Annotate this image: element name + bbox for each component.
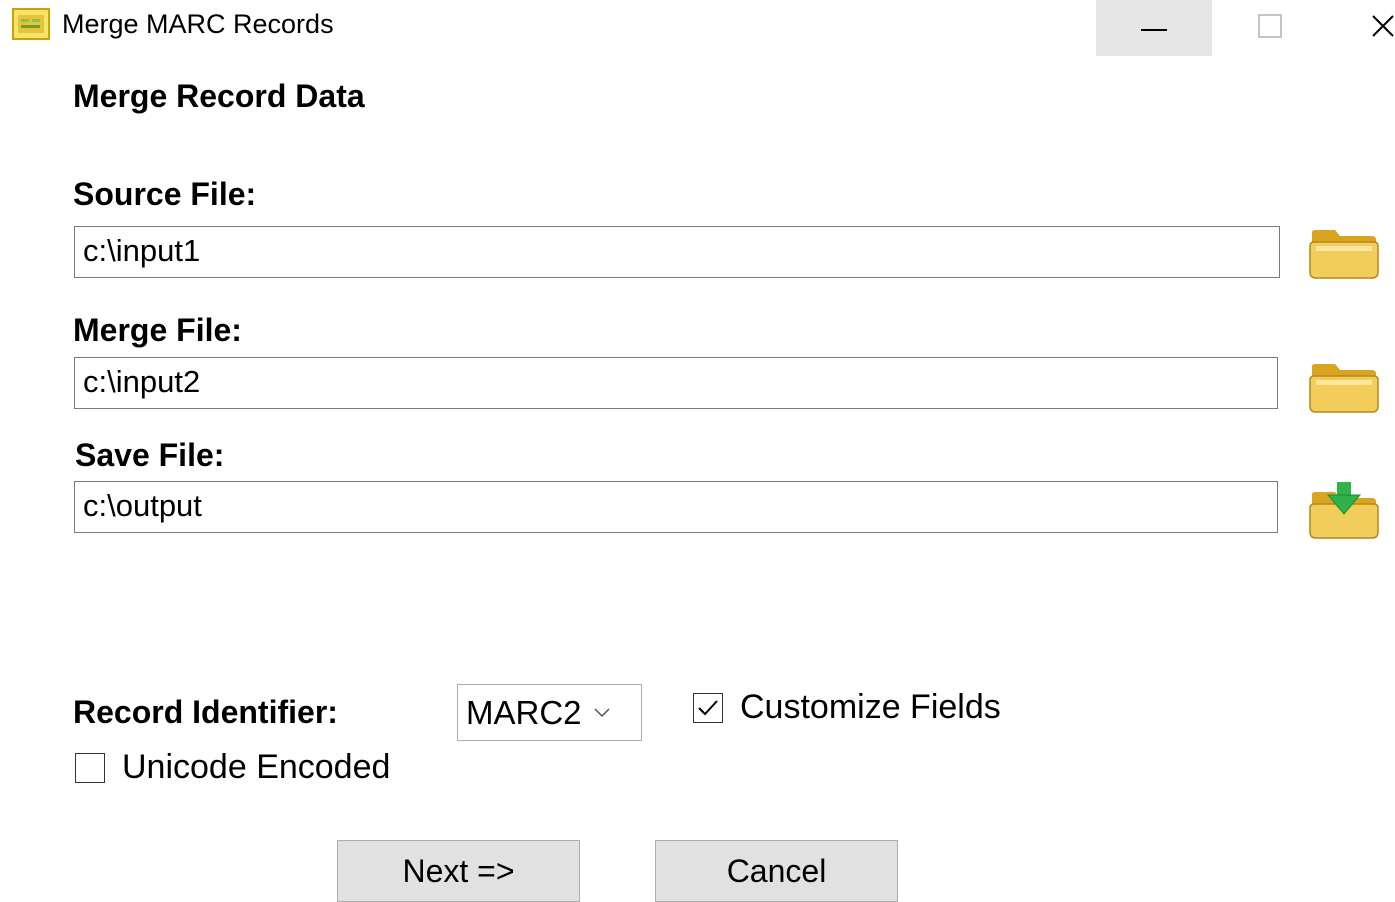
- maximize-button[interactable]: [1212, 0, 1328, 56]
- source-browse-button[interactable]: [1308, 222, 1380, 280]
- window-title: Merge MARC Records: [62, 9, 334, 39]
- next-button[interactable]: Next =>: [337, 840, 580, 902]
- source-file-input[interactable]: c:\input1: [74, 226, 1280, 278]
- checkbox-box[interactable]: [75, 752, 105, 783]
- record-identifier-value: MARC2: [466, 693, 582, 731]
- source-file-label: Source File:: [73, 176, 257, 212]
- record-identifier-label: Record Identifier:: [73, 694, 338, 730]
- record-identifier-select[interactable]: MARC2: [457, 684, 642, 741]
- section-heading: Merge Record Data: [73, 78, 365, 114]
- folder-open-icon: [1308, 230, 1380, 284]
- save-browse-button[interactable]: [1308, 480, 1380, 539]
- save-file-label: Save File:: [75, 437, 225, 473]
- minimize-icon: [1141, 19, 1167, 37]
- customize-fields-label: Customize Fields: [740, 688, 1001, 726]
- merge-file-label: Merge File:: [73, 312, 242, 348]
- title-bar: Merge MARC Records: [0, 0, 1395, 56]
- maximize-icon: [1257, 13, 1283, 44]
- app-icon: [12, 8, 50, 40]
- close-icon: [1372, 14, 1394, 42]
- folder-save-icon: [1308, 482, 1380, 544]
- checkmark-icon: [697, 699, 719, 717]
- folder-open-icon: [1308, 364, 1380, 418]
- minimize-button[interactable]: [1096, 0, 1212, 56]
- checkbox-box[interactable]: [693, 692, 723, 723]
- cancel-button[interactable]: Cancel: [655, 840, 898, 902]
- merge-browse-button[interactable]: [1308, 356, 1380, 414]
- customize-fields-checkbox[interactable]: Customize Fields: [693, 688, 1001, 727]
- unicode-encoded-checkbox[interactable]: Unicode Encoded: [75, 748, 390, 787]
- chevron-down-icon: [594, 707, 610, 718]
- merge-file-input[interactable]: c:\input2: [74, 357, 1278, 409]
- save-file-input[interactable]: c:\output: [74, 481, 1278, 533]
- unicode-encoded-label: Unicode Encoded: [122, 748, 391, 786]
- close-button[interactable]: [1328, 0, 1395, 56]
